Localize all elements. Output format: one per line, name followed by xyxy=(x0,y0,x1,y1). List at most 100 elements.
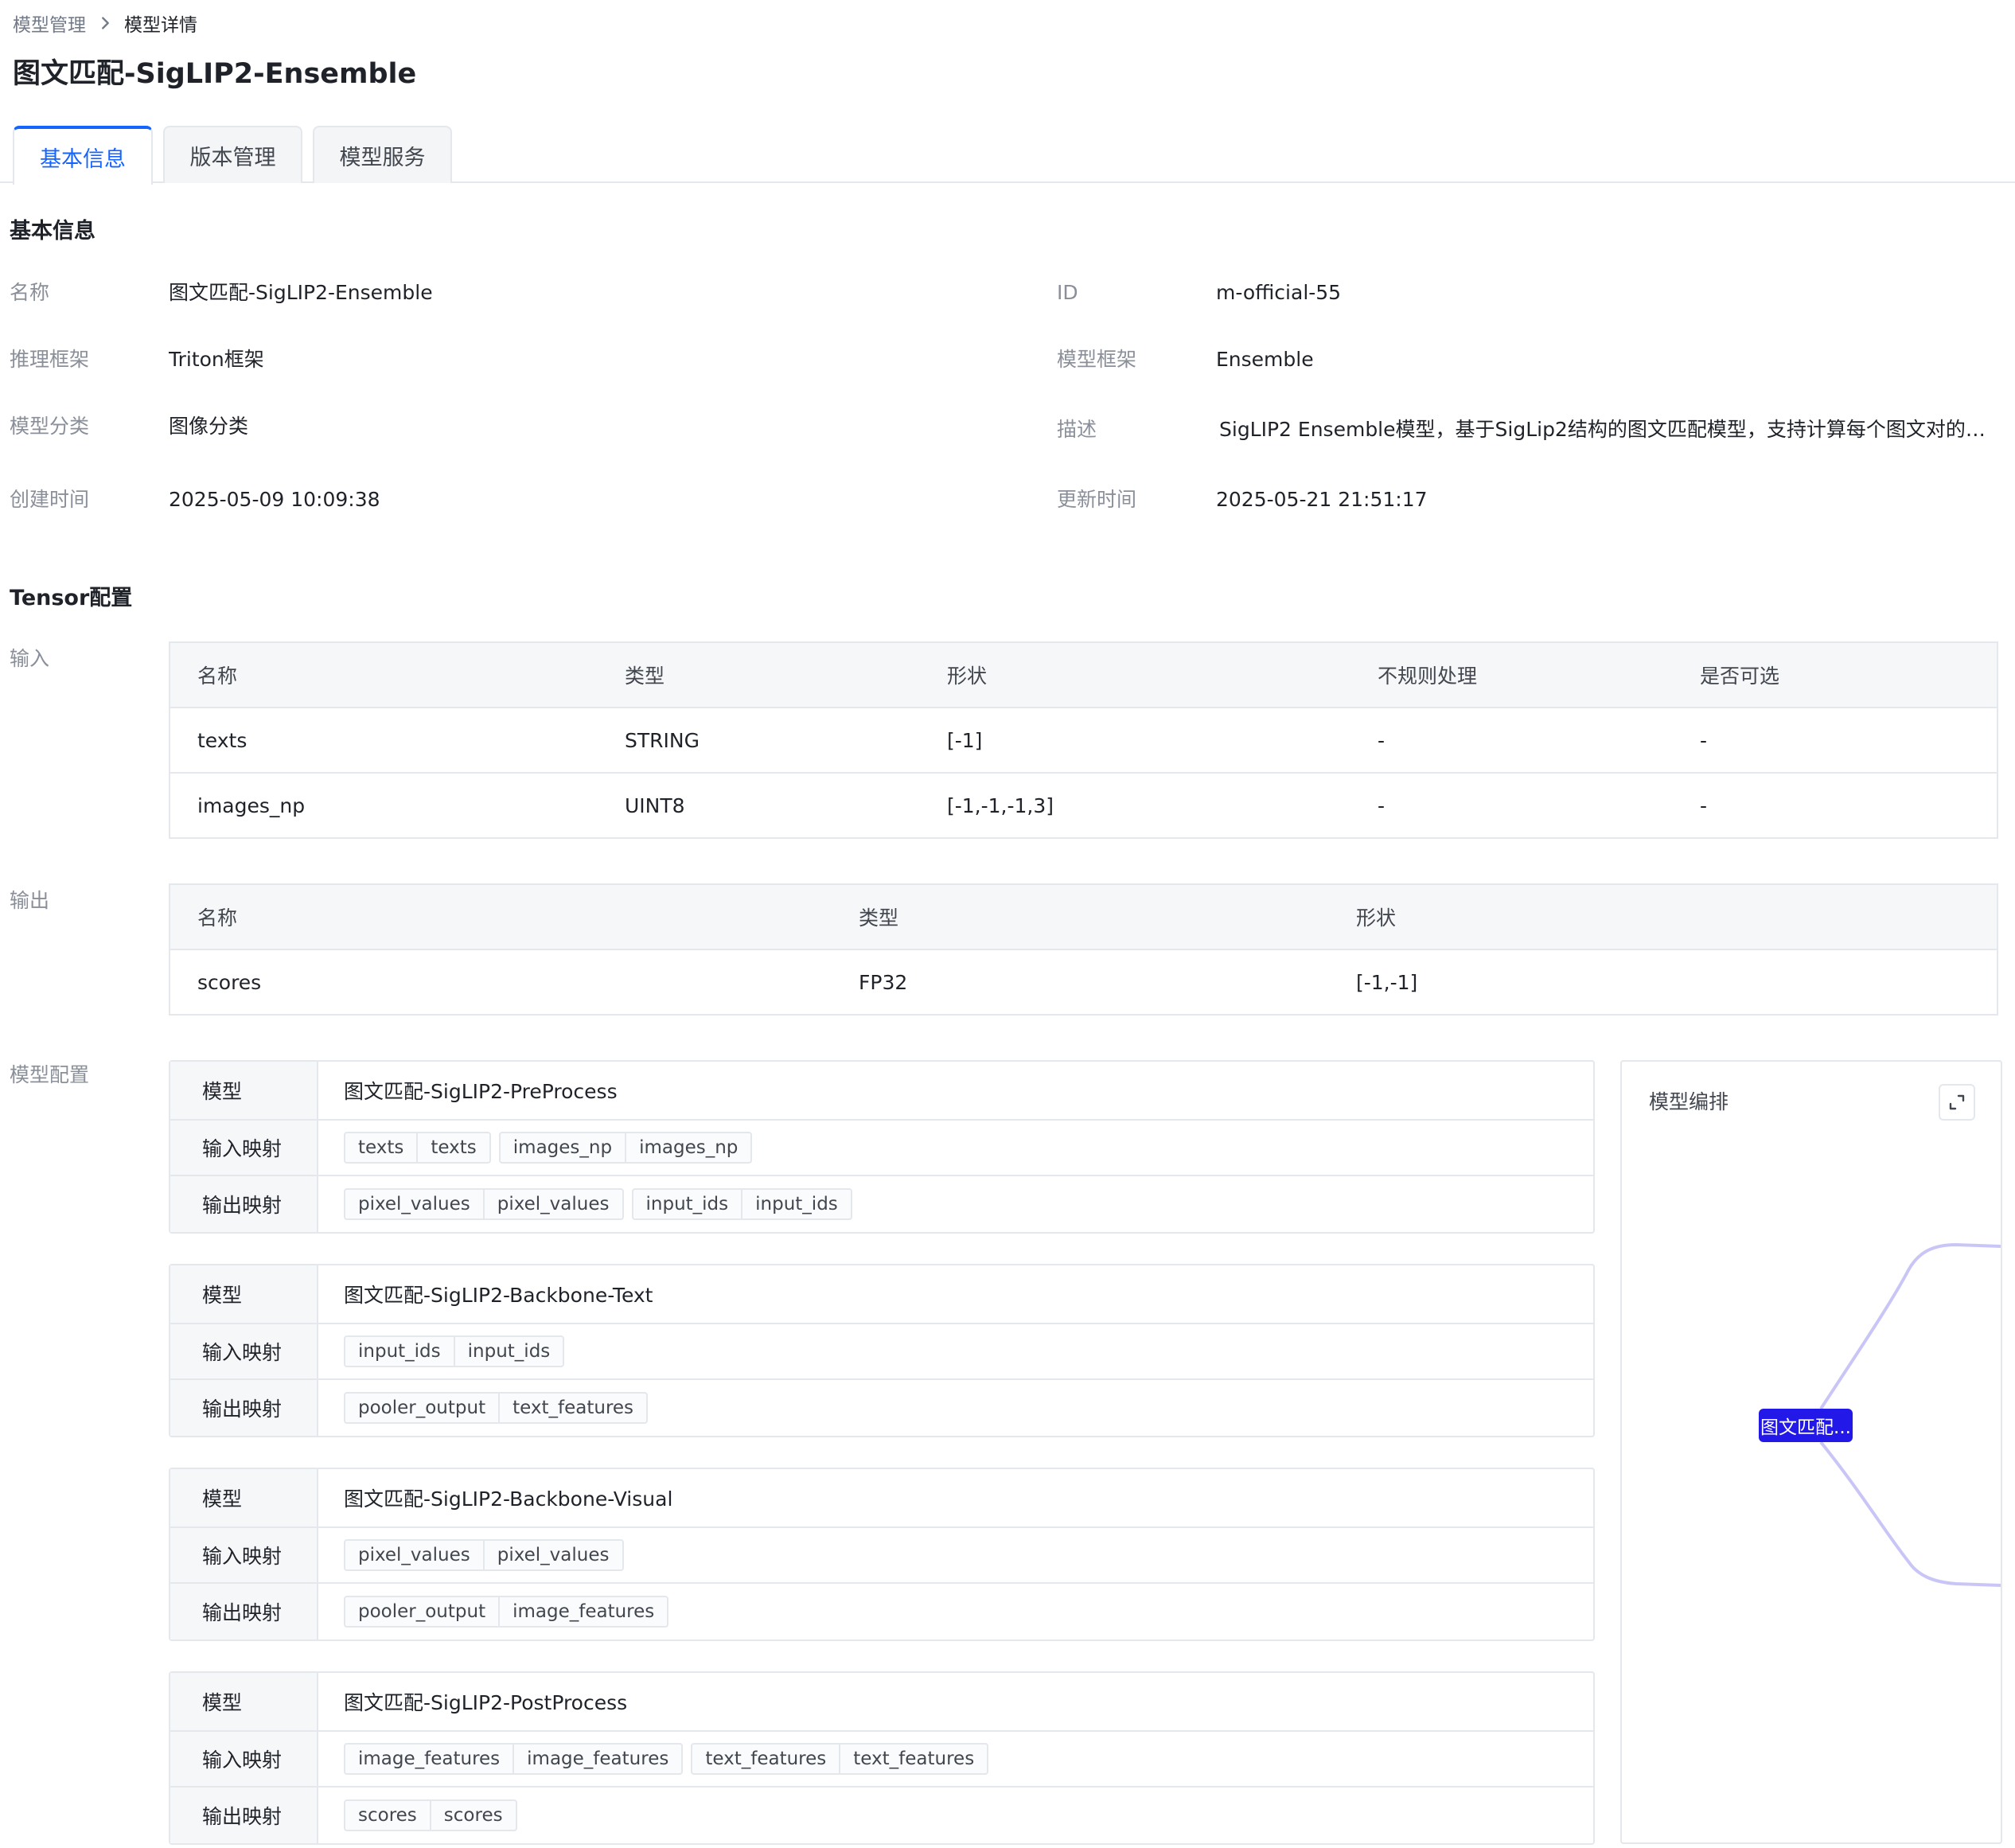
id-label: ID xyxy=(1057,281,1078,304)
table-row: scores FP32 [-1,-1] xyxy=(170,949,1997,1015)
column-header: 名称 xyxy=(170,642,598,708)
output-map-key: 输出映射 xyxy=(170,1788,318,1843)
model-name: 图文匹配-SigLIP2-Backbone-Text xyxy=(344,1284,653,1307)
input-map-key: 输入映射 xyxy=(170,1121,318,1175)
output-label: 输出 xyxy=(10,889,50,912)
model-key: 模型 xyxy=(170,1265,318,1323)
table-header-row: 名称 类型 形状 不规则处理 是否可选 xyxy=(170,642,1997,708)
updated-time-value: 2025-05-21 21:51:17 xyxy=(1216,488,1428,511)
input-map-key: 输入映射 xyxy=(170,1324,318,1378)
model-config-card: 模型 图文匹配-SigLIP2-PreProcess 输入映射 texts tex… xyxy=(169,1060,1595,1234)
output-map-row: 输出映射 pooler_output text_features xyxy=(170,1380,1593,1436)
updated-time-label: 更新时间 xyxy=(1057,488,1137,511)
tab-version-management[interactable]: 版本管理 xyxy=(163,126,302,183)
table-cell: - xyxy=(1350,708,1673,774)
table-cell: images_np xyxy=(197,793,306,817)
output-map-row: 输出映射 scores scores xyxy=(170,1788,1593,1843)
table-cell: STRING xyxy=(598,708,920,774)
created-time-label: 创建时间 xyxy=(10,488,90,511)
category-value: 图像分类 xyxy=(169,415,249,438)
model-framework-value: Ensemble xyxy=(1216,348,1314,371)
mapping-tag: input_ids input_ids xyxy=(631,1188,852,1220)
id-value: m-official-55 xyxy=(1216,281,1342,304)
mapping-tag: pooler_output image_features xyxy=(344,1596,669,1628)
table-cell: [-1,-1,-1,3] xyxy=(947,793,1054,817)
table-cell: FP32 xyxy=(859,970,908,994)
model-framework-label: 模型框架 xyxy=(1057,348,1137,371)
breadcrumb-model-detail: 模型详情 xyxy=(124,15,197,36)
input-tensor-table: 名称 类型 形状 不规则处理 是否可选 texts STRING [-1] - … xyxy=(169,641,1998,839)
output-map-values: pooler_output text_features xyxy=(318,1380,1593,1436)
mapping-tag: images_np images_np xyxy=(498,1132,753,1164)
description-value: SigLIP2 Ensemble模型，基于SigLip2结构的图文匹配模型，支持… xyxy=(1219,418,1986,441)
basic-info-title: 基本信息 xyxy=(10,219,95,244)
table-cell: scores xyxy=(197,970,262,994)
input-map-row: 输入映射 input_ids input_ids xyxy=(170,1324,1593,1380)
model-config-card: 模型 图文匹配-SigLIP2-Backbone-Visual 输入映射 pix… xyxy=(169,1468,1595,1641)
mapping-tag: pixel_values pixel_values xyxy=(344,1539,624,1571)
model-name: 图文匹配-SigLIP2-PreProcess xyxy=(344,1080,618,1103)
breadcrumb: 模型管理 模型详情 xyxy=(13,10,197,37)
model-row: 模型 图文匹配-SigLIP2-PreProcess xyxy=(170,1062,1593,1121)
output-map-values: pixel_values pixel_values input_ids input_… xyxy=(318,1176,1593,1232)
input-map-values: input_ids input_ids xyxy=(318,1324,1593,1378)
output-map-key: 输出映射 xyxy=(170,1176,318,1232)
orchestration-edge xyxy=(1819,1441,2001,1587)
mapping-tag: texts texts xyxy=(344,1132,491,1164)
created-time-value: 2025-05-09 10:09:38 xyxy=(169,488,380,511)
input-map-key: 输入映射 xyxy=(170,1732,318,1786)
breadcrumb-model-management[interactable]: 模型管理 xyxy=(13,10,86,37)
model-config-card: 模型 图文匹配-SigLIP2-Backbone-Text 输入映射 input… xyxy=(169,1264,1595,1437)
orchestration-edge xyxy=(1819,1242,2001,1410)
model-config-card: 模型 图文匹配-SigLIP2-PostProcess 输入映射 image_f… xyxy=(169,1671,1595,1845)
table-cell: [-1] xyxy=(920,708,1350,774)
orchestration-graph xyxy=(1819,1242,2001,1587)
output-map-key: 输出映射 xyxy=(170,1584,318,1639)
tab-model-service[interactable]: 模型服务 xyxy=(313,126,452,183)
table-header-row: 名称 类型 形状 xyxy=(170,884,1997,950)
tab-bar: 基本信息 版本管理 模型服务 xyxy=(0,126,2015,185)
orchestration-node[interactable]: 图文匹配... xyxy=(1759,1409,1853,1442)
mapping-tag: text_features text_features xyxy=(691,1743,989,1775)
column-header: 不规则处理 xyxy=(1350,642,1673,708)
output-map-row: 输出映射 pooler_output image_features xyxy=(170,1584,1593,1639)
model-config-label: 模型配置 xyxy=(10,1063,90,1086)
model-detail-page: 模型管理 模型详情 图文匹配-SigLIP2-Ensemble 基本信息 版本管… xyxy=(0,0,2015,1848)
name-label: 名称 xyxy=(10,281,50,304)
table-cell: - xyxy=(1673,708,1997,774)
input-map-row: 输入映射 image_features image_features text_f… xyxy=(170,1732,1593,1788)
output-tensor-table: 名称 类型 形状 scores FP32 [-1,-1] xyxy=(169,883,1998,1016)
model-key: 模型 xyxy=(170,1062,318,1119)
input-map-row: 输入映射 texts texts images_np images_np xyxy=(170,1121,1593,1176)
table-cell: - xyxy=(1378,793,1386,817)
model-row: 模型 图文匹配-SigLIP2-Backbone-Visual xyxy=(170,1469,1593,1528)
page-title: 图文匹配-SigLIP2-Ensemble xyxy=(13,58,417,90)
name-value: 图文匹配-SigLIP2-Ensemble xyxy=(169,281,433,304)
mapping-tag: pooler_output text_features xyxy=(344,1392,649,1424)
mapping-tag: scores scores xyxy=(344,1799,517,1831)
model-row: 模型 图文匹配-SigLIP2-Backbone-Text xyxy=(170,1265,1593,1324)
column-header: 形状 xyxy=(920,642,1350,708)
output-map-values: pooler_output image_features xyxy=(318,1584,1593,1639)
description-label: 描述 xyxy=(1057,418,1097,441)
table-cell: [-1,-1] xyxy=(1356,970,1418,994)
model-orchestration-panel: 模型编排 图文匹配... xyxy=(1620,1060,2002,1844)
input-map-key: 输入映射 xyxy=(170,1528,318,1582)
input-map-values: pixel_values pixel_values xyxy=(318,1528,1593,1582)
column-header: 名称 xyxy=(170,884,832,950)
column-header: 类型 xyxy=(598,642,920,708)
table-row: images_np UINT8 [-1,-1,-1,3] - - xyxy=(170,773,1997,838)
table-row: texts STRING [-1] - - xyxy=(170,708,1997,774)
model-name: 图文匹配-SigLIP2-PostProcess xyxy=(344,1691,628,1714)
table-cell: - xyxy=(1700,793,1708,817)
mapping-tag: input_ids input_ids xyxy=(344,1335,565,1367)
tab-basic-info[interactable]: 基本信息 xyxy=(13,126,153,185)
table-cell: UINT8 xyxy=(625,793,685,817)
input-map-row: 输入映射 pixel_values pixel_values xyxy=(170,1528,1593,1584)
category-label: 模型分类 xyxy=(10,415,90,438)
model-key: 模型 xyxy=(170,1673,318,1730)
column-header: 类型 xyxy=(832,884,1329,950)
mapping-tag: pixel_values pixel_values xyxy=(344,1188,624,1220)
input-label: 输入 xyxy=(10,647,50,670)
table-cell: texts xyxy=(170,708,598,774)
